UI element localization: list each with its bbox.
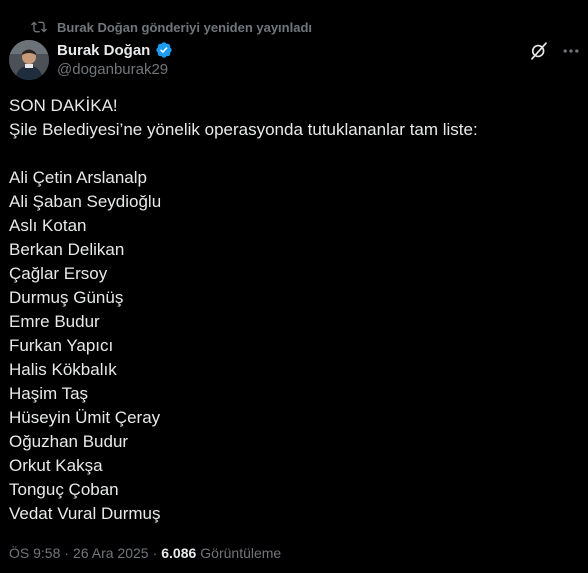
- more-button[interactable]: [560, 40, 582, 62]
- post-meta: ÖS 9:58 · 26 Ara 2025 · 6.086 Görüntülem…: [9, 543, 281, 563]
- avatar[interactable]: [9, 40, 49, 80]
- list-item: Oğuzhan Budur: [9, 432, 129, 451]
- list-item: Halis Kökbalık: [9, 360, 117, 379]
- more-icon: [561, 41, 581, 61]
- list-item: Haşim Taş: [9, 384, 89, 403]
- list-item: Emre Budur: [9, 312, 100, 331]
- list-item: Tonguç Çoban: [9, 480, 119, 499]
- list-item: Berkan Delikan: [9, 240, 125, 259]
- meta-separator: ·: [64, 545, 70, 561]
- author-display-name[interactable]: Burak Doğan: [57, 42, 150, 59]
- list-item: Durmuş Günüş: [9, 288, 124, 307]
- list-item: Vedat Vural Durmuş: [9, 504, 161, 523]
- meta-separator: ·: [152, 545, 158, 561]
- views-count[interactable]: 6.086: [161, 545, 196, 561]
- grok-icon: [529, 41, 549, 61]
- list-item: Ali Çetin Arslanalp: [9, 168, 147, 187]
- grok-button[interactable]: [528, 40, 550, 62]
- post-headline: SON DAKİKA!: [9, 96, 118, 115]
- repost-banner[interactable]: Burak Doğan gönderiyi yeniden yayınladı: [31, 18, 312, 36]
- list-item: Çağlar Ersoy: [9, 264, 108, 283]
- post-date[interactable]: 26 Ara 2025: [73, 545, 149, 561]
- post-text: SON DAKİKA! Şile Belediyesi’ne yönelik o…: [9, 94, 579, 526]
- repost-icon: [31, 19, 47, 35]
- list-item: Hüseyin Ümit Çeray: [9, 408, 161, 427]
- post-intro: Şile Belediyesi’ne yönelik operasyonda t…: [9, 120, 478, 139]
- list-item: Orkut Kakşa: [9, 456, 103, 475]
- views-label: Görüntüleme: [200, 545, 282, 561]
- list-item: Aslı Kotan: [9, 216, 87, 235]
- repost-text: Burak Doğan gönderiyi yeniden yayınladı: [57, 19, 313, 35]
- list-item: Ali Şaban Seydioğlu: [9, 192, 162, 211]
- list-item: Furkan Yapıcı: [9, 336, 114, 355]
- verified-badge-icon: [155, 41, 173, 59]
- author-row[interactable]: Burak Doğan: [57, 40, 173, 60]
- author-handle[interactable]: @doganburak29: [57, 61, 168, 78]
- post-time[interactable]: ÖS 9:58: [9, 545, 60, 561]
- tweet: Burak Doğan gönderiyi yeniden yayınladı …: [0, 0, 588, 573]
